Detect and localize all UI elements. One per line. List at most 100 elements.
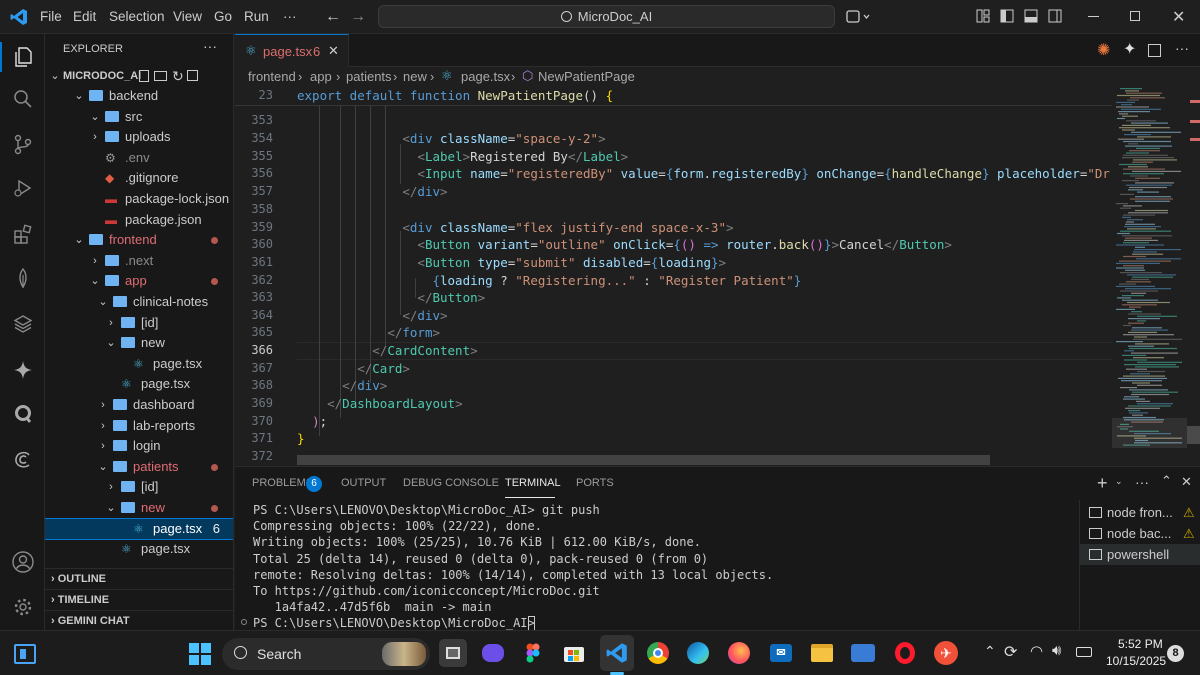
command-center[interactable]: MicroDoc_AI <box>378 5 835 28</box>
vscode-taskbar-icon[interactable] <box>600 635 634 671</box>
tree-folder[interactable]: › uploads <box>45 127 233 147</box>
codeium-icon[interactable] <box>0 442 45 478</box>
opera-icon[interactable] <box>891 639 919 667</box>
tree-file[interactable]: ⚛ page.tsx <box>45 354 233 374</box>
wifi-icon[interactable]: ◠ <box>1030 642 1043 660</box>
minimap[interactable] <box>1112 86 1187 466</box>
gemini-star-icon[interactable]: ✦ <box>1123 39 1136 59</box>
tab-close-icon[interactable]: ✕ <box>328 43 339 59</box>
microsoft-store-icon[interactable] <box>560 639 588 667</box>
terminal[interactable]: PS C:\Users\LENOVO\Desktop\MicroDoc_AI> … <box>235 500 1078 631</box>
explorer-icon[interactable] <box>0 39 45 75</box>
brave-swift-icon[interactable]: ✈ <box>932 639 960 667</box>
collapse-all-icon[interactable] <box>187 70 198 81</box>
outlook-icon[interactable]: ✉ <box>767 639 795 667</box>
tree-folder[interactable]: ⌄ frontend <box>45 230 233 250</box>
edge-icon[interactable] <box>684 639 712 667</box>
tab-problems[interactable]: PROBLEMS <box>252 467 313 500</box>
terminal-dropdown-icon[interactable]: ⌄ <box>1115 476 1123 487</box>
menu-more[interactable]: ··· <box>283 0 297 34</box>
search-view-icon[interactable] <box>0 81 45 117</box>
menu-go[interactable]: Go <box>214 0 232 34</box>
crumb-symbol[interactable]: NewPatientPage <box>538 69 635 84</box>
firefox-icon[interactable] <box>725 639 753 667</box>
tree-folder[interactable]: ⌄ clinical-notes <box>45 292 233 312</box>
remote-explorer-icon[interactable] <box>0 306 45 342</box>
close-window-icon[interactable]: ✕ <box>1172 7 1185 27</box>
tree-folder[interactable]: › [id] <box>45 313 233 333</box>
tree-folder[interactable]: › login <box>45 436 233 456</box>
terminal-item-node-frontend[interactable]: node fron... ⚠ <box>1080 502 1200 523</box>
tree-folder[interactable]: ⌄ backend <box>45 86 233 106</box>
extensions-icon[interactable] <box>0 216 45 252</box>
figma-icon[interactable] <box>519 639 547 667</box>
menu-edit[interactable]: Edit <box>73 0 96 34</box>
tree-folder[interactable]: › [id] <box>45 477 233 497</box>
notification-badge[interactable]: 8 <box>1167 645 1184 662</box>
chrome-icon[interactable] <box>644 639 672 667</box>
crumb-new[interactable]: new <box>403 69 427 84</box>
tree-file[interactable]: ⚛ page.tsx <box>45 374 233 394</box>
tree-folder[interactable]: ⌄ src <box>45 107 233 127</box>
menu-selection[interactable]: Selection <box>109 0 165 34</box>
new-file-icon[interactable] <box>139 70 149 82</box>
tree-folder[interactable]: › dashboard <box>45 395 233 415</box>
tab-output[interactable]: OUTPUT <box>341 467 386 500</box>
outline-section[interactable]: › OUTLINE <box>45 568 233 589</box>
timeline-section[interactable]: › TIMELINE <box>45 589 233 610</box>
new-folder-icon[interactable] <box>154 71 167 81</box>
toggle-panel-icon[interactable] <box>1024 9 1038 23</box>
hidden-icons-chevron[interactable]: ⌃ <box>984 643 996 660</box>
tree-file[interactable]: ⚛ page.tsx <box>45 539 233 559</box>
tree-file[interactable]: ◆ .gitignore <box>45 168 233 188</box>
crumb-app[interactable]: app <box>310 69 332 84</box>
crumb-frontend[interactable]: frontend <box>248 69 296 84</box>
new-terminal-icon[interactable]: + <box>1097 473 1108 494</box>
source-control-icon[interactable] <box>0 126 45 162</box>
run-debug-icon[interactable] <box>0 170 45 206</box>
tree-folder[interactable]: › .next <box>45 251 233 271</box>
split-editor-icon[interactable] <box>1148 44 1161 57</box>
qodo-icon[interactable] <box>0 396 45 432</box>
tree-folder[interactable]: ⌄ new <box>45 333 233 353</box>
widgets-icon[interactable] <box>14 644 36 664</box>
copilot-sparkle-icon[interactable]: ✺ <box>1097 40 1110 60</box>
remote-desktop-icon[interactable] <box>849 639 877 667</box>
taskbar-search-box[interactable]: Search <box>222 638 430 670</box>
restore-icon[interactable] <box>1130 11 1140 21</box>
mongodb-icon[interactable] <box>0 260 45 296</box>
file-explorer-icon[interactable] <box>808 639 836 667</box>
copilot-app-icon[interactable] <box>479 639 507 667</box>
horizontal-scrollbar[interactable] <box>297 455 990 465</box>
panel-more-icon[interactable]: ··· <box>1135 474 1149 490</box>
crumb-patients[interactable]: patients <box>346 69 392 84</box>
tree-file[interactable]: ▬ package.json <box>45 210 233 230</box>
vertical-scrollbar[interactable] <box>1187 86 1200 466</box>
gemini-chat-section[interactable]: › GEMINI CHAT <box>45 610 233 630</box>
toggle-secondary-sidebar-icon[interactable] <box>1048 9 1062 23</box>
clock-date[interactable]: 10/15/2025 <box>1106 654 1166 668</box>
menu-file[interactable]: File <box>40 0 62 34</box>
tree-file[interactable]: ⚙ .env <box>45 148 233 168</box>
account-icon[interactable] <box>0 544 45 580</box>
gemini-icon[interactable] <box>0 352 45 388</box>
tab-terminal[interactable]: TERMINAL <box>505 467 561 500</box>
nav-forward-icon[interactable]: → <box>350 8 366 26</box>
nav-back-icon[interactable]: ← <box>325 8 341 26</box>
tree-folder[interactable]: › lab-reports <box>45 416 233 436</box>
explorer-root[interactable]: ⌄ MICRODOC_AI ↻ <box>45 66 233 86</box>
terminal-item-node-backend[interactable]: node bac... ⚠ <box>1080 523 1200 544</box>
menu-run[interactable]: Run <box>244 0 269 34</box>
tree-folder[interactable]: ⌄ app <box>45 271 233 291</box>
toggle-sidebar-icon[interactable] <box>1000 9 1014 23</box>
refresh-explorer-icon[interactable]: ↻ <box>172 66 184 86</box>
explorer-more-icon[interactable]: ··· <box>203 38 217 54</box>
menu-view[interactable]: View <box>173 0 202 34</box>
battery-icon[interactable] <box>1076 647 1092 657</box>
terminal-item-powershell[interactable]: powershell <box>1080 544 1200 565</box>
tree-file[interactable]: ▬ package-lock.json <box>45 189 233 209</box>
tab-debug-console[interactable]: DEBUG CONSOLE <box>403 467 499 500</box>
copilot-icon[interactable] <box>846 9 870 25</box>
tree-folder[interactable]: ⌄ new <box>45 498 233 518</box>
editor-more-icon[interactable]: ··· <box>1175 40 1189 56</box>
